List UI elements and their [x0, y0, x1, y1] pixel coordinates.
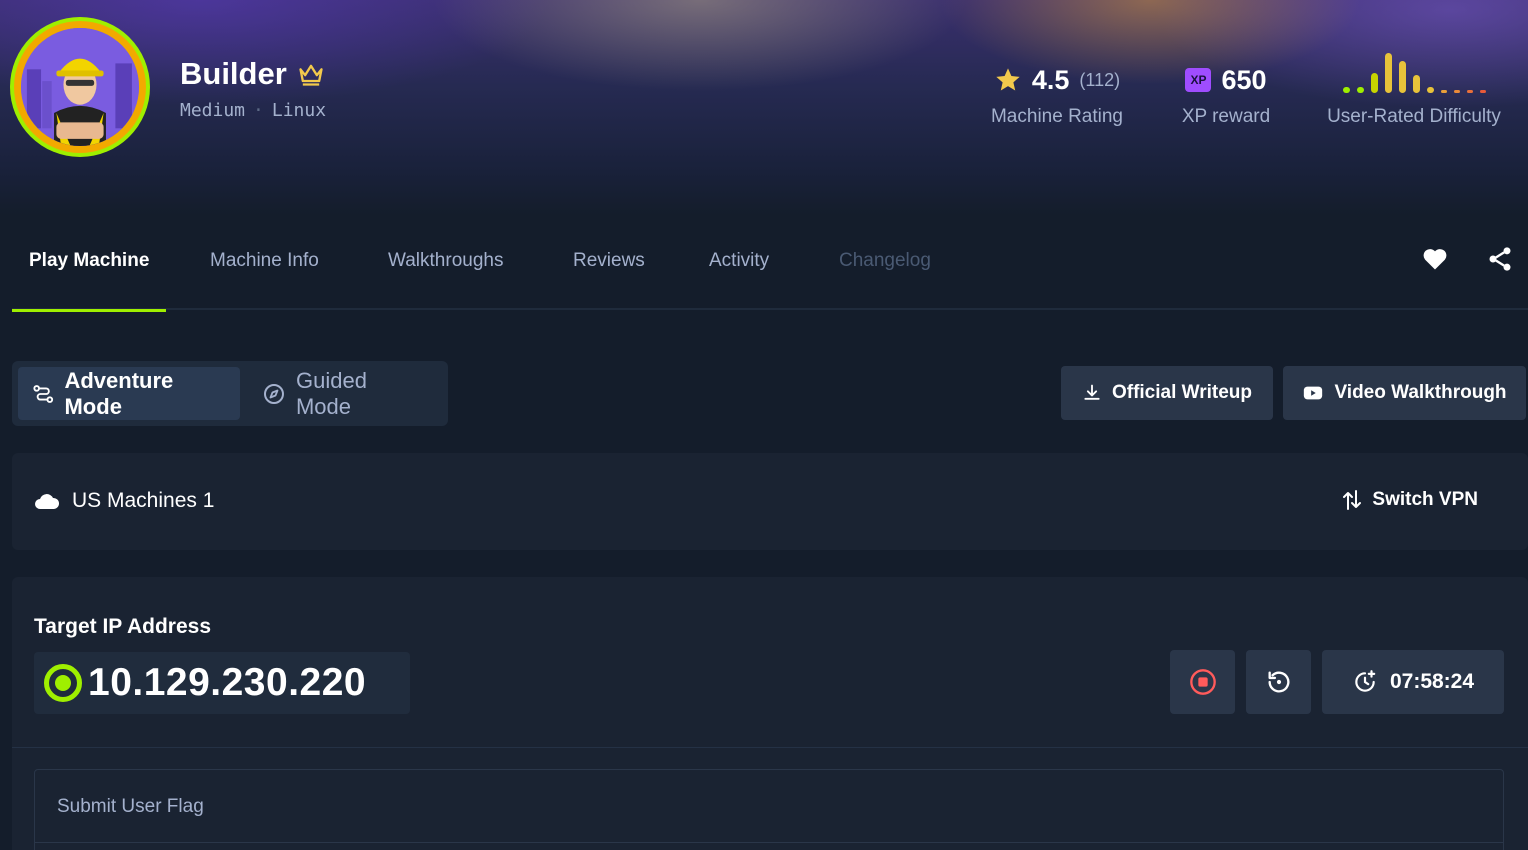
crown-icon — [299, 64, 323, 86]
tab-walkthroughs[interactable]: Walkthroughs — [388, 232, 503, 310]
machine-difficulty: Medium — [180, 100, 246, 121]
builder-avatar-icon — [21, 28, 139, 146]
extend-time-button[interactable]: 07:58:24 — [1322, 650, 1504, 714]
difficulty-bar — [1370, 73, 1378, 93]
xp-value: 650 — [1221, 64, 1267, 95]
switch-vpn-button[interactable]: Switch VPN — [1342, 489, 1478, 511]
tab-machine-info[interactable]: Machine Info — [210, 232, 319, 310]
official-writeup-button[interactable]: Official Writeup — [1061, 366, 1273, 420]
switch-vpn-label: Switch VPN — [1372, 489, 1478, 510]
mode-switch: Adventure Mode Guided Mode — [12, 361, 448, 426]
difficulty-bar — [1398, 61, 1406, 93]
video-walkthrough-button[interactable]: Video Walkthrough — [1283, 366, 1526, 420]
difficulty-bar — [1384, 53, 1392, 93]
machine-title: Builder — [180, 56, 325, 92]
reset-machine-button[interactable] — [1246, 650, 1311, 714]
machine-meta: Medium · Linux — [180, 100, 326, 121]
compass-icon — [263, 383, 284, 404]
user-rated-difficulty-stat: User-Rated Difficulty — [1322, 50, 1506, 128]
difficulty-bar — [1453, 90, 1460, 93]
user-flag-section: Submit User Flag — [34, 769, 1504, 850]
switch-arrows-icon — [1343, 490, 1362, 510]
vpn-server: US Machines 1 — [34, 489, 214, 513]
difficulty-label: User-Rated Difficulty — [1327, 106, 1501, 127]
stop-machine-button[interactable] — [1170, 650, 1235, 714]
target-ip-label: Target IP Address — [34, 615, 212, 638]
difficulty-bar — [1412, 75, 1420, 93]
machine-tabs: Play Machine Machine Info Walkthroughs R… — [11, 232, 1528, 312]
flag-divider — [35, 842, 1503, 843]
guided-mode-label: Guided Mode — [295, 367, 367, 419]
tab-play-machine[interactable]: Play Machine — [11, 232, 167, 312]
download-icon — [1084, 384, 1100, 400]
target-ip-box[interactable]: 10.129.230.220 — [34, 652, 410, 714]
timer-plus-icon — [1355, 670, 1376, 692]
difficulty-bar-chart — [1342, 53, 1486, 93]
rating-count: (112) — [1079, 69, 1121, 90]
youtube-icon — [1304, 386, 1323, 400]
rating-label: Machine Rating — [990, 106, 1124, 127]
machine-os: Linux — [271, 100, 327, 121]
difficulty-bar — [1426, 87, 1434, 93]
difficulty-bar — [1356, 87, 1364, 93]
difficulty-bar — [1479, 90, 1486, 93]
tab-reviews[interactable]: Reviews — [573, 232, 645, 310]
machine-timer: 07:58:24 — [1389, 670, 1475, 693]
adventure-mode-button[interactable]: Adventure Mode — [18, 367, 240, 420]
machine-name: Builder — [180, 56, 287, 91]
submit-user-flag-label: Submit User Flag — [57, 796, 204, 817]
share-icon[interactable] — [1486, 245, 1514, 273]
guided-mode-button[interactable]: Guided Mode — [248, 367, 442, 420]
target-ip[interactable]: 10.129.230.220 — [88, 661, 366, 705]
difficulty-bar — [1466, 90, 1473, 93]
meta-separator: · — [253, 100, 264, 121]
reset-icon — [1268, 671, 1289, 693]
target-panel: Target IP Address 10.129.230.220 07:58:2… — [12, 577, 1528, 850]
xp-reward-stat: XP 650 XP reward — [1180, 64, 1272, 128]
xp-label: XP reward — [1181, 106, 1271, 127]
official-writeup-label: Official Writeup — [1111, 382, 1253, 403]
vpn-server-name: US Machines 1 — [72, 489, 215, 512]
rating-value: 4.5 — [1031, 64, 1070, 95]
cloud-icon — [35, 494, 60, 509]
machine-rating-stat: 4.5 (112) Machine Rating — [987, 64, 1127, 128]
adventure-mode-label: Adventure Mode — [64, 367, 174, 419]
xp-badge-icon: XP — [1185, 68, 1212, 92]
heart-icon[interactable] — [1421, 245, 1449, 273]
difficulty-bar — [1342, 87, 1350, 93]
machine-avatar — [10, 17, 150, 157]
machine-status-icon — [44, 664, 82, 702]
star-icon — [996, 68, 1020, 91]
route-icon — [33, 384, 54, 403]
vpn-panel: US Machines 1 Switch VPN — [12, 453, 1528, 550]
difficulty-bar — [1440, 90, 1447, 93]
stop-icon — [1189, 669, 1216, 695]
tab-changelog: Changelog — [839, 250, 931, 271]
tab-activity[interactable]: Activity — [709, 232, 769, 310]
panel-divider — [12, 747, 1528, 748]
video-walkthrough-label: Video Walkthrough — [1334, 382, 1507, 403]
